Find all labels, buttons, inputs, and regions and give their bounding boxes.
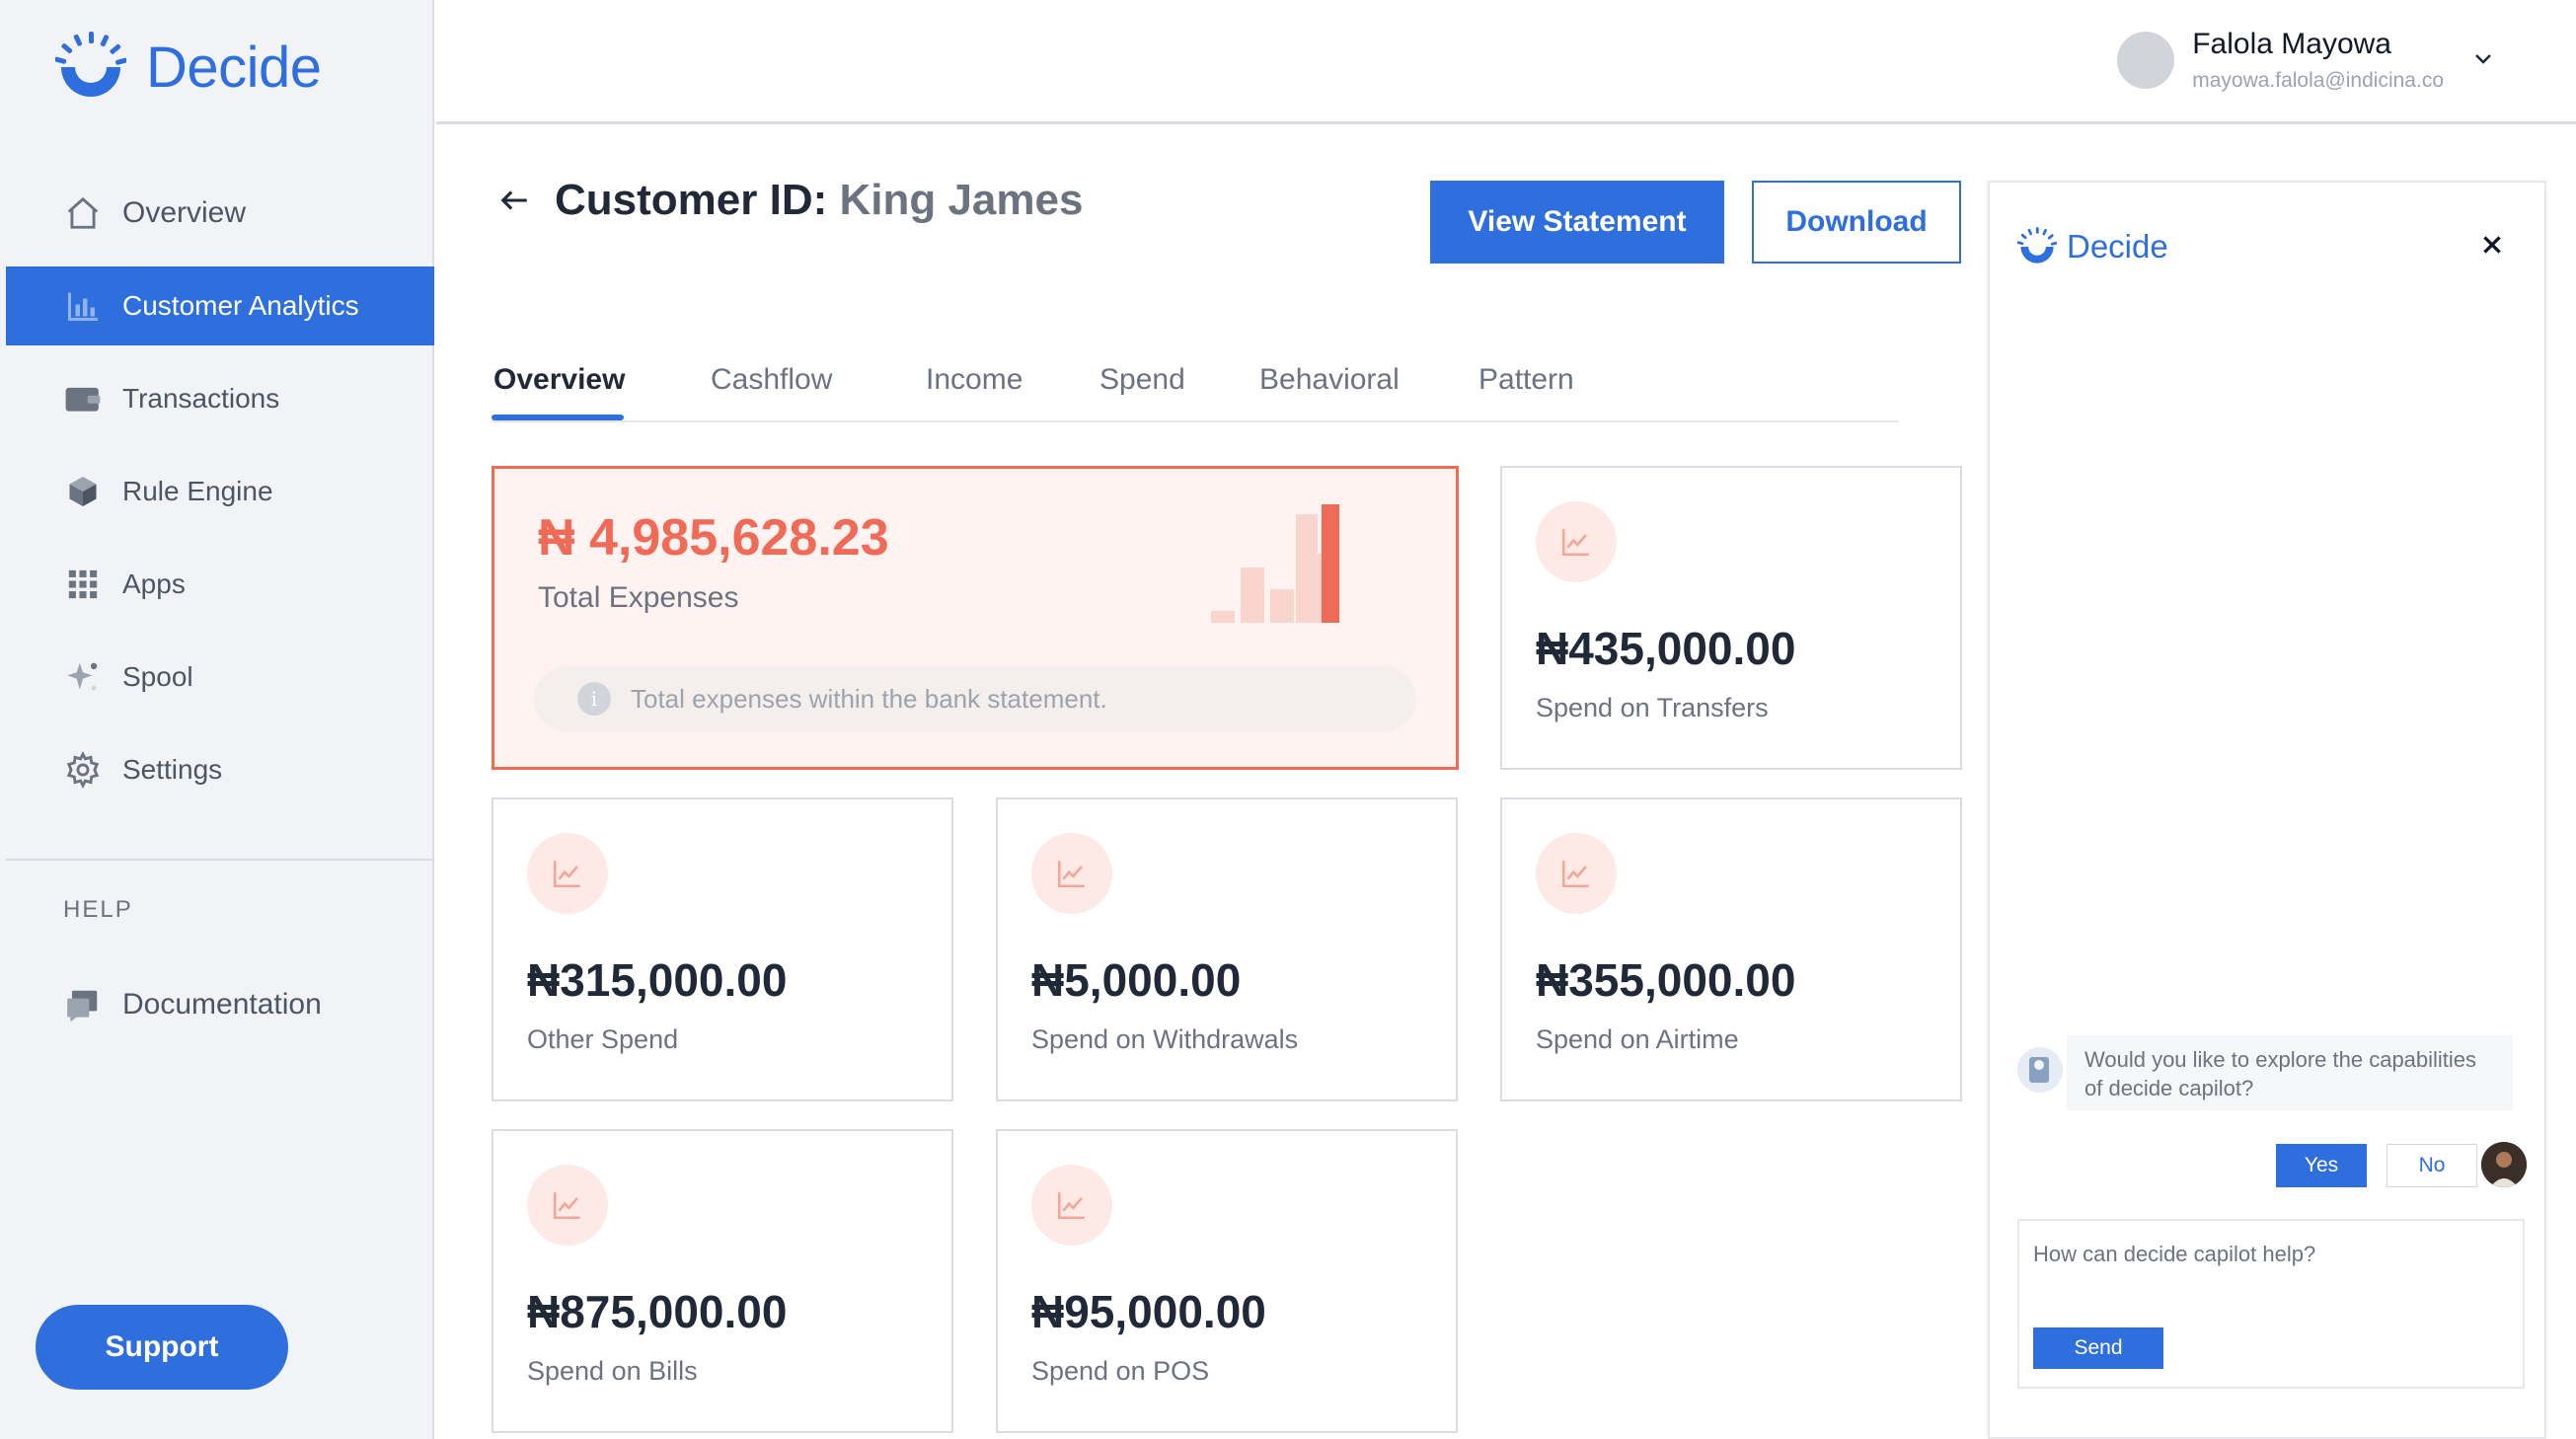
sidebar-item-label: Spool <box>122 661 193 692</box>
help-section-label: HELP <box>63 896 133 923</box>
brand-logo[interactable]: Decide <box>55 30 322 105</box>
stat-card[interactable]: ₦435,000.00 Spend on Transfers <box>1500 466 1962 770</box>
send-button[interactable]: Send <box>2033 1327 2163 1369</box>
bar-chart-icon <box>63 286 103 326</box>
total-expenses-info: i Total expenses within the bank stateme… <box>534 666 1416 731</box>
bot-avatar <box>2017 1047 2063 1093</box>
yes-button[interactable]: Yes <box>2276 1144 2367 1187</box>
wallet-icon <box>63 379 103 418</box>
stat-amount: ₦315,000.00 <box>527 954 788 1006</box>
stat-label: Spend on Transfers <box>1536 693 1769 722</box>
sidebar-item-label: Transactions <box>122 383 280 414</box>
stat-amount: ₦435,000.00 <box>1536 623 1796 674</box>
top-bar: Falola Mayowa mayowa.falola@indicina.co <box>436 0 2576 124</box>
total-expenses-label: Total Expenses <box>538 581 739 614</box>
stat-label: Spend on Airtime <box>1536 1024 1739 1054</box>
sidebar-item-overview[interactable]: Overview <box>6 174 434 253</box>
title-prefix: Customer ID: <box>555 176 828 224</box>
stat-label: Spend on Bills <box>527 1356 698 1386</box>
sidebar-item-transactions[interactable]: Transactions <box>6 359 434 438</box>
tab-pattern[interactable]: Pattern <box>1478 363 1574 397</box>
sidebar-item-apps[interactable]: Apps <box>6 545 434 624</box>
sidebar: Decide Overview Customer Analytics Trans… <box>0 0 434 1439</box>
user-info: Falola Mayowa mayowa.falola@indicina.co <box>2192 28 2444 93</box>
cube-icon <box>63 472 103 511</box>
sidebar-item-label: Customer Analytics <box>122 290 359 321</box>
no-button[interactable]: No <box>2387 1144 2477 1187</box>
tab-cashflow[interactable]: Cashflow <box>711 363 832 397</box>
stat-label: Spend on POS <box>1031 1356 1210 1386</box>
stat-label: Spend on Withdrawals <box>1031 1024 1299 1054</box>
customer-name: King James <box>839 176 1084 224</box>
stat-amount: ₦355,000.00 <box>1536 954 1796 1006</box>
stat-amount: ₦95,000.00 <box>1031 1286 1266 1337</box>
active-tab-indicator <box>492 415 624 420</box>
sidebar-item-label: Documentation <box>122 988 322 1021</box>
download-button[interactable]: Download <box>1752 181 1961 264</box>
decide-logo-icon <box>2017 227 2057 264</box>
stat-card[interactable]: ₦315,000.00 Other Spend <box>492 797 953 1101</box>
sidebar-item-documentation[interactable]: Documentation <box>6 965 434 1044</box>
tab-overview[interactable]: Overview <box>493 363 625 397</box>
trend-chart-icon <box>527 1165 608 1246</box>
view-statement-button[interactable]: View Statement <box>1430 181 1724 264</box>
sidebar-item-settings[interactable]: Settings <box>6 730 434 809</box>
page-header: Customer ID: King James <box>497 176 1083 225</box>
bot-message: Would you like to explore the capabiliti… <box>2067 1035 2513 1110</box>
info-text: Total expenses within the bank statement… <box>631 683 1107 714</box>
stat-card[interactable]: ₦5,000.00 Spend on Withdrawals <box>996 797 1458 1101</box>
bar-chart-decoration-icon <box>1211 504 1339 623</box>
tab-behavioral[interactable]: Behavioral <box>1259 363 1400 397</box>
sidebar-item-rule-engine[interactable]: Rule Engine <box>6 452 434 531</box>
gear-icon <box>63 750 103 790</box>
page-title: Customer ID: King James <box>555 176 1083 225</box>
total-expenses-amount: ₦ 4,985,628.23 <box>538 509 889 567</box>
sidebar-nav: Overview Customer Analytics Transactions… <box>6 174 434 823</box>
help-nav: Documentation <box>6 965 434 1058</box>
total-expenses-card[interactable]: ₦ 4,985,628.23 Total Expenses i Total ex… <box>492 466 1459 770</box>
copilot-logo: Decide <box>2017 226 2168 267</box>
sparkle-icon <box>63 657 103 697</box>
trend-chart-icon <box>1536 833 1617 914</box>
stat-label: Other Spend <box>527 1024 679 1054</box>
copilot-panel: Decide Would you like to explore the cap… <box>1988 181 2546 1439</box>
user-name: Falola Mayowa <box>2192 28 2391 60</box>
close-icon[interactable] <box>2479 232 2505 258</box>
stat-card[interactable]: ₦95,000.00 Spend on POS <box>996 1129 1458 1433</box>
trend-chart-icon <box>1031 833 1112 914</box>
sidebar-item-label: Apps <box>122 568 186 599</box>
tab-income[interactable]: Income <box>926 363 1023 397</box>
chat-composer: Send <box>2017 1219 2525 1389</box>
sidebar-item-label: Overview <box>122 196 247 229</box>
home-icon <box>63 193 103 233</box>
sidebar-item-spool[interactable]: Spool <box>6 638 434 717</box>
sidebar-item-label: Rule Engine <box>122 476 273 506</box>
stat-card[interactable]: ₦875,000.00 Spend on Bills <box>492 1129 953 1433</box>
stat-amount: ₦5,000.00 <box>1031 954 1242 1006</box>
sidebar-item-customer-analytics[interactable]: Customer Analytics <box>6 266 434 345</box>
copilot-brand-name: Decide <box>2067 228 2168 265</box>
trend-chart-icon <box>527 833 608 914</box>
user-menu[interactable]: Falola Mayowa mayowa.falola@indicina.co <box>2117 28 2495 93</box>
grid-icon <box>63 565 103 604</box>
tab-spend[interactable]: Spend <box>1099 363 1185 397</box>
chevron-down-icon[interactable] <box>2471 47 2495 71</box>
brand-name: Decide <box>146 35 322 100</box>
info-icon: i <box>577 682 611 716</box>
user-avatar <box>2481 1142 2527 1187</box>
trend-chart-icon <box>1536 501 1617 582</box>
document-icon <box>63 985 103 1024</box>
user-email: mayowa.falola@indicina.co <box>2192 69 2444 92</box>
back-arrow-icon[interactable] <box>497 184 531 217</box>
avatar[interactable] <box>2117 32 2175 89</box>
stat-amount: ₦875,000.00 <box>527 1286 788 1337</box>
sidebar-divider <box>6 859 434 861</box>
trend-chart-icon <box>1031 1165 1112 1246</box>
stat-card[interactable]: ₦355,000.00 Spend on Airtime <box>1500 797 1962 1101</box>
decide-logo-icon <box>55 32 126 97</box>
support-button[interactable]: Support <box>36 1305 288 1390</box>
tab-bar: Overview Cashflow Income Spend Behaviora… <box>492 355 1899 422</box>
chat-input[interactable] <box>2033 1235 2507 1274</box>
sidebar-item-label: Settings <box>122 754 223 785</box>
